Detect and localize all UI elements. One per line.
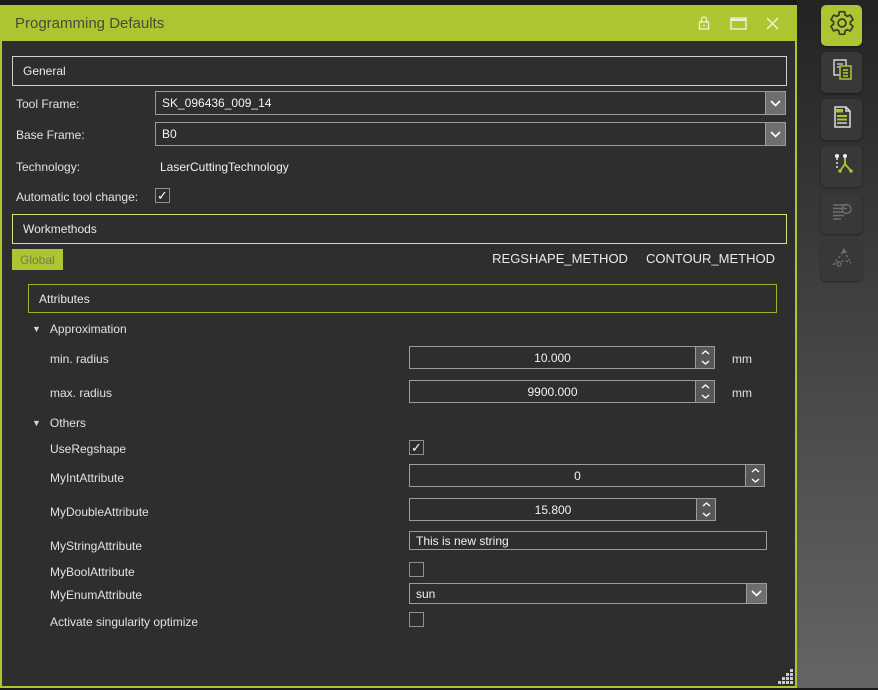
- my-enum-attribute-value: sun: [410, 584, 746, 603]
- copy-program-button[interactable]: [821, 52, 862, 93]
- close-icon[interactable]: [763, 14, 781, 32]
- my-enum-attribute-combobox[interactable]: sun: [409, 583, 767, 604]
- min-radius-spinner[interactable]: 10.000: [409, 346, 715, 369]
- spin-up-icon[interactable]: [746, 465, 764, 476]
- max-radius-label: max. radius: [50, 386, 112, 400]
- general-groupbox: General: [12, 56, 787, 86]
- my-double-attribute-spinner[interactable]: 15.800: [409, 498, 716, 521]
- workmethods-groupbox: Workmethods: [12, 214, 787, 244]
- chevron-down-icon[interactable]: [765, 123, 785, 145]
- spin-up-icon[interactable]: [696, 347, 714, 358]
- dialog-title: Programming Defaults: [2, 15, 695, 32]
- my-double-attribute-value: 15.800: [410, 499, 696, 520]
- titlebar[interactable]: Programming Defaults: [2, 5, 795, 41]
- singularity-optimize-checkbox[interactable]: [409, 612, 424, 627]
- spin-up-icon[interactable]: [697, 499, 715, 510]
- singularity-optimize-label: Activate singularity optimize: [50, 615, 198, 629]
- spin-down-icon[interactable]: [696, 358, 714, 369]
- spin-up-icon[interactable]: [696, 381, 714, 392]
- tool-frame-label: Tool Frame:: [16, 97, 79, 111]
- maximize-icon[interactable]: [729, 14, 747, 32]
- my-int-attribute-spinner[interactable]: 0: [409, 464, 765, 487]
- my-int-attribute-label: MyIntAttribute: [50, 471, 124, 485]
- settings-button[interactable]: [821, 5, 862, 46]
- waypoints-path-icon: [828, 150, 856, 183]
- my-int-attribute-value: 0: [410, 465, 745, 486]
- trajectory-button: [821, 240, 862, 281]
- approximation-header: Approximation: [50, 322, 127, 336]
- general-group-label: General: [13, 64, 66, 78]
- technology-label: Technology:: [16, 160, 80, 174]
- approximation-expander[interactable]: ▼ Approximation: [32, 322, 127, 336]
- technology-value: LaserCuttingTechnology: [160, 160, 289, 174]
- my-string-attribute-label: MyStringAttribute: [50, 539, 142, 553]
- others-header: Others: [50, 416, 86, 430]
- expander-triangle-icon: ▼: [32, 324, 41, 334]
- min-radius-value: 10.000: [410, 347, 695, 368]
- base-frame-combobox[interactable]: B0: [155, 122, 786, 146]
- use-regshape-label: UseRegshape: [50, 442, 126, 456]
- program-list-button: [821, 193, 862, 234]
- min-radius-label: min. radius: [50, 352, 109, 366]
- spin-down-icon[interactable]: [697, 510, 715, 521]
- use-regshape-checkbox[interactable]: ✓: [409, 440, 424, 455]
- my-double-attribute-label: MyDoubleAttribute: [50, 505, 149, 519]
- trajectory-curve-icon: [828, 244, 856, 277]
- expander-triangle-icon: ▼: [32, 418, 41, 428]
- attributes-groupbox: Attributes: [28, 284, 777, 313]
- programming-defaults-dialog: Programming Defaults: [0, 5, 797, 688]
- chevron-down-icon[interactable]: [746, 584, 766, 603]
- gear-icon: [828, 9, 856, 42]
- attributes-group-label: Attributes: [29, 292, 90, 306]
- tab-regshape-method[interactable]: REGSHAPE_METHOD: [492, 251, 628, 266]
- my-bool-attribute-label: MyBoolAttribute: [50, 565, 135, 579]
- program-document-button[interactable]: [821, 99, 862, 140]
- copy-document-icon: [828, 56, 856, 89]
- workmethods-group-label: Workmethods: [13, 222, 97, 236]
- program-document-icon: [828, 103, 856, 136]
- my-string-attribute-input[interactable]: [409, 531, 767, 550]
- spin-down-icon[interactable]: [696, 392, 714, 403]
- tab-global-label: Global: [20, 253, 55, 267]
- tab-global[interactable]: Global: [12, 249, 63, 270]
- resize-grip[interactable]: [778, 669, 794, 690]
- my-enum-attribute-label: MyEnumAttribute: [50, 588, 142, 602]
- max-radius-unit: mm: [732, 386, 752, 400]
- min-radius-unit: mm: [732, 352, 752, 366]
- pin-lock-icon[interactable]: [695, 14, 713, 32]
- tool-frame-combobox[interactable]: SK_096436_009_14: [155, 91, 786, 115]
- auto-tool-change-label: Automatic tool change:: [16, 190, 138, 204]
- tool-frame-value: SK_096436_009_14: [156, 92, 765, 114]
- base-frame-label: Base Frame:: [16, 128, 85, 142]
- list-search-icon: [828, 197, 856, 230]
- max-radius-spinner[interactable]: 9900.000: [409, 380, 715, 403]
- auto-tool-change-checkbox[interactable]: ✓: [155, 188, 170, 203]
- max-radius-value: 9900.000: [410, 381, 695, 402]
- chevron-down-icon[interactable]: [765, 92, 785, 114]
- viewport-strip: [797, 0, 878, 688]
- my-bool-attribute-checkbox[interactable]: [409, 562, 424, 577]
- base-frame-value: B0: [156, 123, 765, 145]
- spin-down-icon[interactable]: [746, 476, 764, 487]
- tab-contour-method[interactable]: CONTOUR_METHOD: [646, 251, 775, 266]
- teach-path-button[interactable]: [821, 146, 862, 187]
- others-expander[interactable]: ▼ Others: [32, 416, 86, 430]
